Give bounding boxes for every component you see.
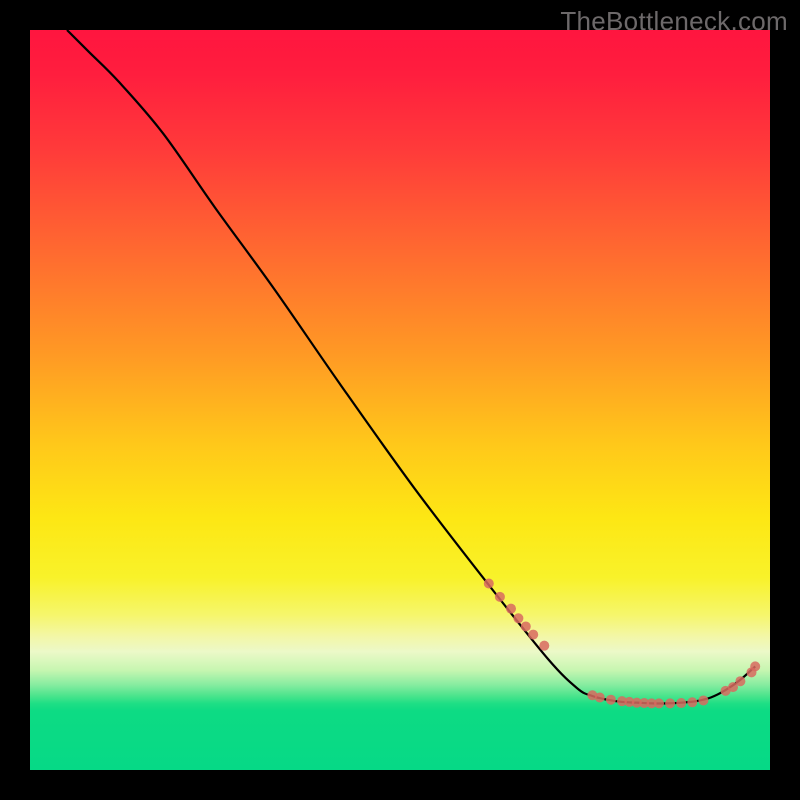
data-point	[676, 698, 686, 708]
chart-svg	[30, 30, 770, 770]
data-point	[750, 661, 760, 671]
data-point	[735, 676, 745, 686]
data-point	[506, 604, 516, 614]
data-point	[665, 698, 675, 708]
main-curve	[67, 30, 755, 703]
data-point	[484, 579, 494, 589]
chart-stage: TheBottleneck.com	[0, 0, 800, 800]
data-point	[654, 698, 664, 708]
data-point	[606, 695, 616, 705]
data-point	[521, 621, 531, 631]
data-point	[539, 641, 549, 651]
data-point	[513, 613, 523, 623]
data-point	[595, 692, 605, 702]
plot-area	[30, 30, 770, 770]
data-point	[698, 695, 708, 705]
data-point	[495, 592, 505, 602]
data-point	[528, 630, 538, 640]
data-point	[687, 697, 697, 707]
data-markers	[484, 579, 760, 709]
